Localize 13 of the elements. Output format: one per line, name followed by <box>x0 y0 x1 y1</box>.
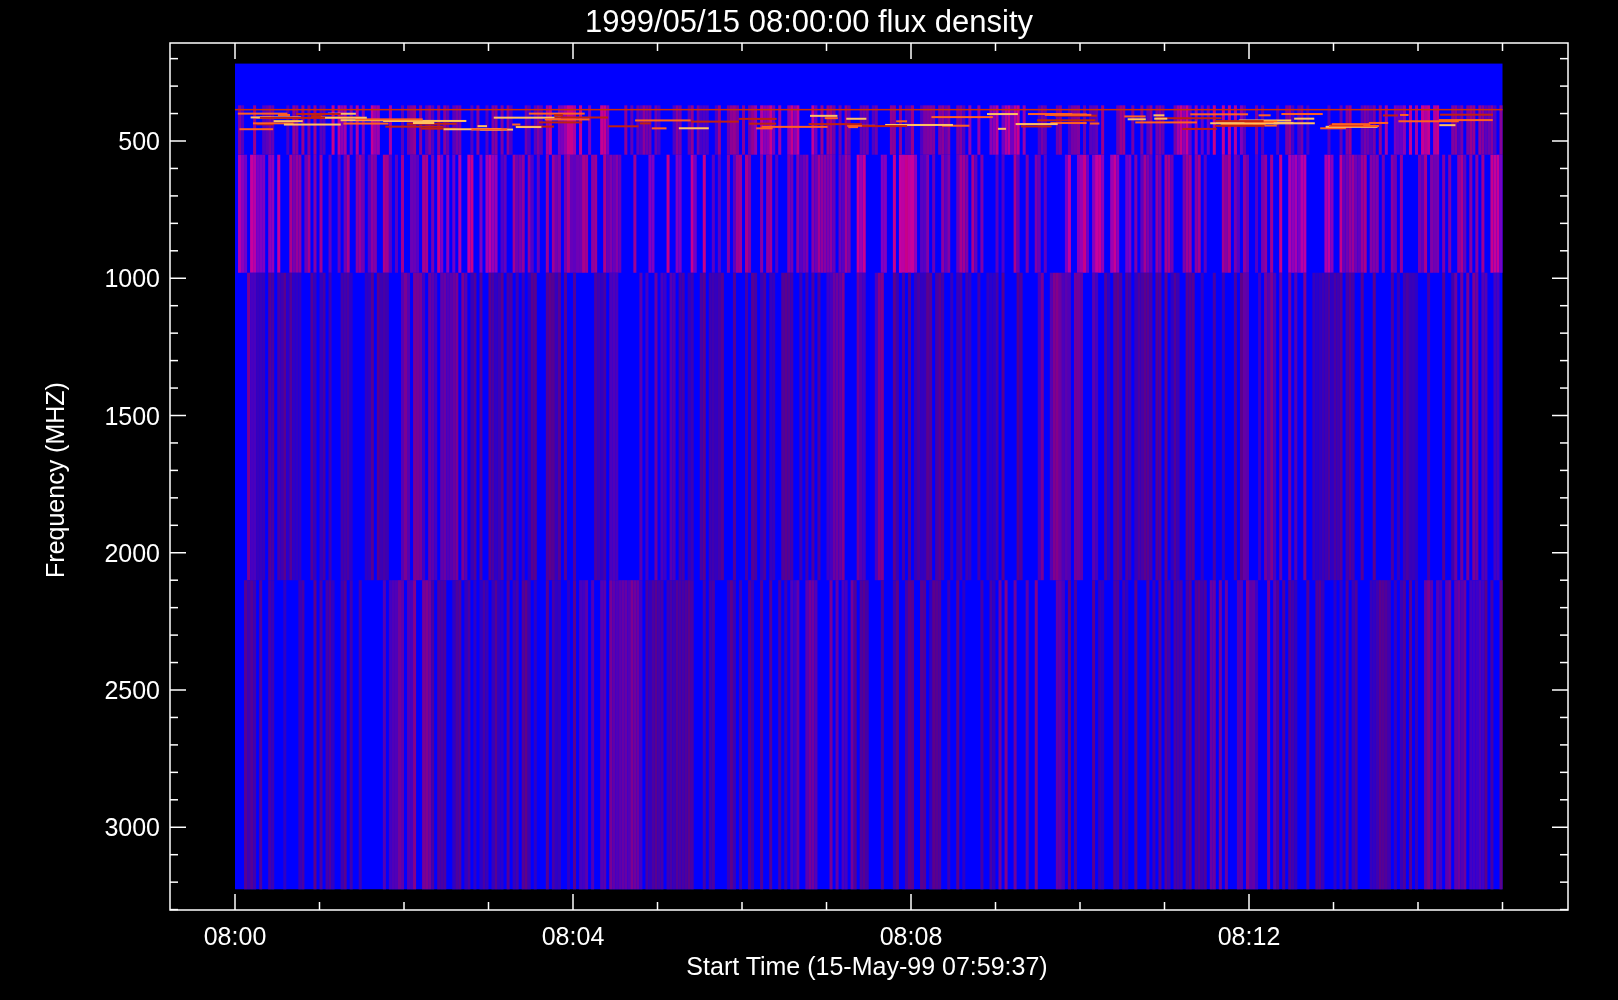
y-axis-label: Frequency (MHZ) <box>41 382 69 578</box>
plot-title: 1999/05/15 08:00:00 flux density <box>584 4 1034 39</box>
y-tick-label: 2500 <box>104 676 160 704</box>
y-tick-label: 500 <box>118 127 160 155</box>
y-tick-label: 1000 <box>104 264 160 293</box>
x-axis-label: Start Time (15-May-99 07:59:37) <box>686 952 1048 980</box>
y-tick-label: 2000 <box>104 538 160 567</box>
x-tick-label: 08:00 <box>203 922 267 950</box>
x-tick-label: 08:04 <box>541 922 605 950</box>
x-tick-label: 08:12 <box>1217 922 1281 950</box>
y-tick-label: 1500 <box>104 401 160 430</box>
y-tick-label: 3000 <box>104 813 160 842</box>
x-tick-label: 08:08 <box>879 922 943 950</box>
